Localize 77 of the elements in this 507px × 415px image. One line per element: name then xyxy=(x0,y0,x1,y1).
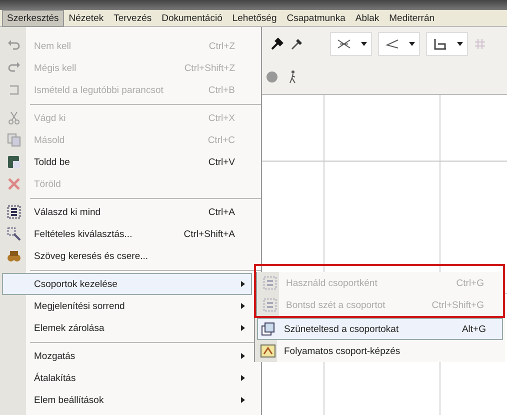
menu-item[interactable]: Átalakítás xyxy=(2,367,252,389)
menu-item-label: Másold xyxy=(34,134,66,146)
submenu-arrow-icon xyxy=(241,353,245,359)
menu-item[interactable]: Elemek zárolása xyxy=(2,317,252,339)
dropdown-button[interactable] xyxy=(330,32,372,56)
dropdown-arrow-icon xyxy=(361,42,367,46)
menu-item[interactable]: Megjelenítési sorrend xyxy=(2,295,252,317)
delete-x-icon xyxy=(6,176,22,192)
dropdown-arrow-icon xyxy=(409,42,415,46)
shortcut-label: Ctrl+V xyxy=(208,156,235,168)
menu-bar-item[interactable]: Mediterrán xyxy=(384,10,440,26)
copy-icon xyxy=(6,132,22,148)
menu-item-label: Elem beállítások xyxy=(34,394,105,406)
menu-item[interactable]: Szüneteltesd a csoportokat Alt+G xyxy=(257,318,503,340)
submenu-arrow-icon xyxy=(241,303,245,309)
continuous-group-icon xyxy=(260,343,276,359)
menu-item-label: Toldd be xyxy=(34,156,71,168)
menu-item-label: Szüneteltesd a csoportokat xyxy=(284,324,400,334)
shortcut-label: Ctrl+Shift+Z xyxy=(184,62,235,74)
menu-item-label: Mozgatás xyxy=(34,350,76,362)
shortcut-label: Ctrl+Shift+G xyxy=(432,300,484,310)
shortcut-label: Ctrl+Shift+A xyxy=(184,228,235,240)
submenu-arrow-icon xyxy=(241,397,245,403)
dropdown-arrow-icon xyxy=(457,42,463,46)
shortcut-label: Ctrl+G xyxy=(456,278,484,288)
submenu-arrow-icon xyxy=(241,281,245,287)
menu-item-label: Töröld xyxy=(34,178,62,190)
paste-icon xyxy=(6,154,22,170)
menu-bar-item[interactable]: Ablak xyxy=(350,10,384,26)
shortcut-label: Ctrl+A xyxy=(208,206,235,218)
menu-item-label: Használd csoportként xyxy=(286,278,378,288)
menu-item-label: Nem kell xyxy=(34,40,72,52)
menu-item-label: Csoportok kezelése xyxy=(34,278,118,290)
group-icon xyxy=(262,275,278,291)
menu-item[interactable]: Feltételes kiválasztás... Ctrl+Shift+A xyxy=(2,223,252,245)
dropdown-button[interactable] xyxy=(426,32,468,56)
shortcut-label: Alt+G xyxy=(462,324,486,334)
shortcut-label: Ctrl+X xyxy=(208,112,235,124)
menu-item-label: Válaszd ki mind xyxy=(34,206,102,218)
binoculars-icon xyxy=(6,248,22,264)
tool-icon xyxy=(336,38,352,50)
menu-item-label: Megjelenítési sorrend xyxy=(34,300,126,312)
shortcut-label: Ctrl+B xyxy=(208,84,235,96)
menu-bar-item[interactable]: Nézetek xyxy=(64,10,109,26)
menu-item[interactable]: Elem beállítások xyxy=(2,389,252,411)
scissors-icon xyxy=(6,110,22,126)
menu-item[interactable]: Szöveg keresés és csere... xyxy=(2,245,252,267)
menu-bar-item[interactable]: Dokumentáció xyxy=(156,10,228,26)
menu-bar-item[interactable]: Lehetőség xyxy=(227,10,282,26)
menu-item-label: Folyamatos csoport-képzés xyxy=(284,346,402,356)
menu-bar-item[interactable]: Csapatmunka xyxy=(282,10,350,26)
menu-item[interactable]: Toldd be Ctrl+V xyxy=(2,151,252,173)
menu-item[interactable]: Válaszd ki mind Ctrl+A xyxy=(2,201,252,223)
menu-item-label: Átalakítás xyxy=(34,372,77,384)
dropdown-button[interactable] xyxy=(378,32,420,56)
shortcut-label: Ctrl+Z xyxy=(208,40,235,52)
menu-item[interactable]: Csoportok kezelése xyxy=(2,273,252,295)
menu-bar-item[interactable]: Szerkesztés xyxy=(2,10,64,26)
submenu-arrow-icon xyxy=(241,375,245,381)
walking-person-icon[interactable] xyxy=(288,70,298,84)
menu-item[interactable]: Mozgatás xyxy=(2,345,252,367)
select-all-icon xyxy=(6,204,22,220)
menu-bar-item[interactable]: Tervezés xyxy=(108,10,157,26)
menu-item[interactable]: Folyamatos csoport-képzés xyxy=(257,340,503,362)
ungroup-icon xyxy=(262,297,278,313)
menu-item-label: Feltételes kiválasztás... xyxy=(34,228,134,240)
shortcut-label: Ctrl+C xyxy=(208,134,235,146)
menu-item-label: Szöveg keresés és csere... xyxy=(34,250,150,262)
pause-groups-icon xyxy=(260,321,276,337)
menu-item-label: Ismételd a legutóbbi parancsot xyxy=(34,84,164,96)
submenu-arrow-icon xyxy=(241,325,245,331)
menu-item-label: Elemek zárolása xyxy=(34,322,106,334)
menu-item-label: Mégis kell xyxy=(34,62,78,74)
menu-item-label: Bontsd szét a csoportot xyxy=(286,300,386,310)
menu-item-label: Vágd ki xyxy=(34,112,67,124)
angle-icon xyxy=(384,38,400,50)
conditional-select-icon xyxy=(6,226,22,242)
